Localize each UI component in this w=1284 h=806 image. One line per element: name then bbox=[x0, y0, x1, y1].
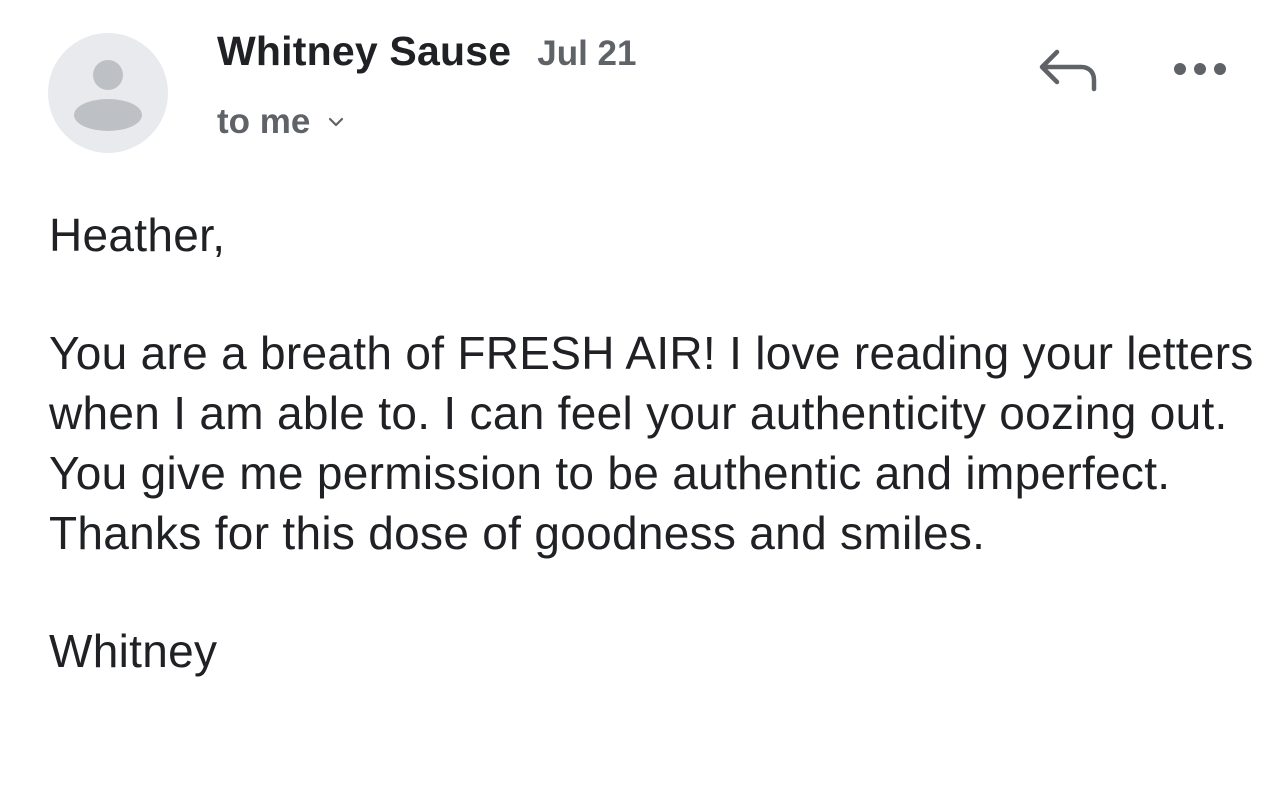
person-placeholder-icon bbox=[74, 60, 142, 131]
sender-row: Whitney Sause Jul 21 bbox=[217, 28, 636, 78]
more-options-button[interactable] bbox=[1166, 44, 1234, 94]
sender-name[interactable]: Whitney Sause bbox=[217, 28, 511, 75]
email-greeting: Heather, bbox=[49, 209, 226, 261]
reply-button[interactable] bbox=[1033, 40, 1105, 98]
recipient-details-toggle[interactable]: to me bbox=[217, 100, 346, 144]
chevron-down-icon bbox=[326, 112, 346, 132]
email-body: Heather, You are a breath of FRESH AIR! … bbox=[49, 205, 1259, 681]
sender-avatar[interactable] bbox=[48, 33, 168, 153]
recipient-label: to me bbox=[217, 102, 311, 141]
sent-date: Jul 21 bbox=[537, 34, 637, 73]
email-header: Whitney Sause Jul 21 to me bbox=[0, 0, 1284, 170]
email-paragraph: You are a breath of FRESH AIR! I love re… bbox=[49, 327, 1254, 559]
email-signature: Whitney bbox=[49, 625, 218, 677]
more-horizontal-icon bbox=[1174, 63, 1226, 75]
reply-arrow-icon bbox=[1039, 49, 1097, 92]
